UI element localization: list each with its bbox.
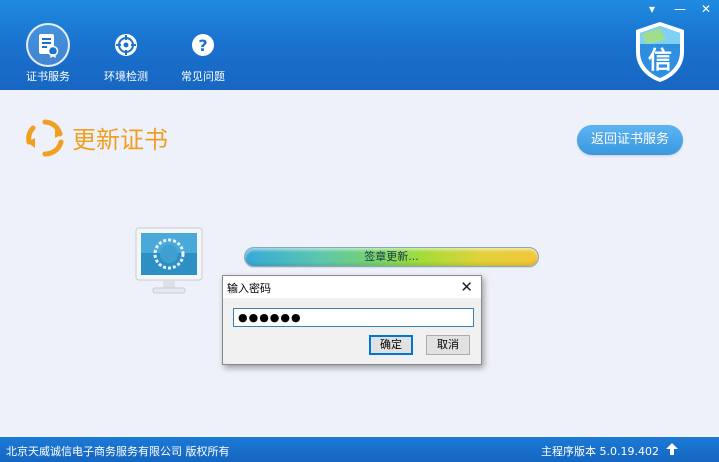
header-bar: 证书服务 环境检测 ? 常见问题 ▾ — ✕ 信 (0, 0, 719, 90)
progress-bar: 签章更新... (244, 247, 539, 267)
nav-item-certificate-service[interactable]: 证书服务 (18, 0, 78, 90)
monitor-loading-icon (135, 227, 203, 294)
close-button[interactable]: ✕ (696, 0, 716, 18)
progress-text: 签章更新... (364, 250, 419, 263)
question-icon: ? (183, 25, 223, 65)
nav-label: 常见问题 (181, 70, 225, 83)
ok-button[interactable]: 确定 (369, 335, 413, 355)
shield-logo-icon: 信 (636, 22, 684, 82)
copyright-text: 北京天威诚信电子商务服务有限公司 版权所有 (6, 445, 230, 458)
menu-dropdown-button[interactable]: ▾ (642, 0, 662, 18)
nav-label: 证书服务 (26, 70, 70, 83)
dialog-titlebar: 输入密码 ✕ (223, 276, 481, 298)
password-dialog: 输入密码 ✕ ●●●●●● 确定 取消 (222, 275, 482, 365)
refresh-icon (26, 119, 64, 157)
nav-item-faq[interactable]: ? 常见问题 (173, 0, 233, 90)
certificate-icon (26, 23, 70, 67)
footer-bar: 北京天威诚信电子商务服务有限公司 版权所有 主程序版本 5.0.19.402 (0, 437, 719, 462)
main-panel: 更新证书 返回证书服务 签章更新... (0, 90, 719, 437)
password-input[interactable]: ●●●●●● (233, 308, 474, 327)
page-title: 更新证书 (72, 126, 168, 154)
cancel-button[interactable]: 取消 (426, 335, 470, 355)
dialog-body: ●●●●●● 确定 取消 (223, 298, 481, 364)
back-to-certificate-service-button[interactable]: 返回证书服务 (577, 125, 683, 155)
nav-item-environment-check[interactable]: 环境检测 (96, 0, 156, 90)
nav-label: 环境检测 (104, 70, 148, 83)
dialog-title: 输入密码 (227, 282, 271, 295)
minimize-button[interactable]: — (670, 0, 690, 18)
svg-text:?: ? (198, 36, 207, 55)
version-text: 主程序版本 5.0.19.402 (541, 445, 659, 458)
logo-text: 信 (648, 46, 672, 74)
upgrade-arrow-icon[interactable] (665, 442, 679, 456)
target-icon (106, 25, 146, 65)
dialog-close-button[interactable]: ✕ (460, 278, 473, 296)
